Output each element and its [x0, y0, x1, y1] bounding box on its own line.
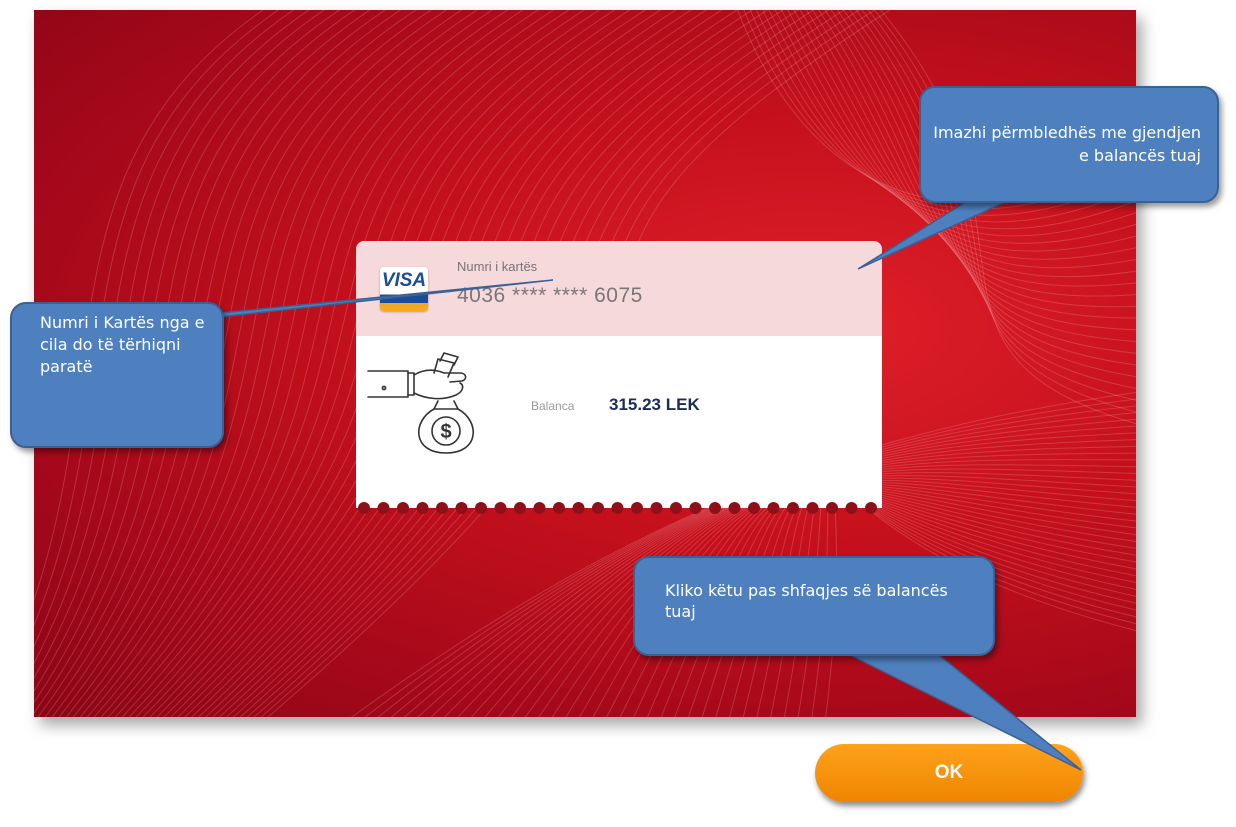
- receipt-edge-notch: [806, 502, 819, 514]
- receipt-edge-notch: [650, 502, 663, 514]
- receipt-edge-notch: [475, 502, 487, 514]
- visa-logo-text: VISA: [381, 270, 427, 291]
- receipt-edge-notch: [377, 502, 390, 514]
- ok-button[interactable]: OK: [815, 744, 1083, 802]
- callout-ok-hint: Kliko këtu pas shfaqjes së balancës tuaj: [633, 556, 995, 656]
- receipt-edge-notch: [436, 502, 448, 514]
- receipt-edge-notch: [358, 502, 370, 514]
- receipt-edge-notch: [397, 502, 409, 514]
- receipt-edge-notch: [592, 502, 604, 514]
- receipt-edge-notch: [728, 502, 741, 514]
- money-bag-hand-icon: $: [367, 352, 474, 454]
- card-number-label: Numri i kartës: [457, 259, 538, 274]
- receipt-edge-notch: [416, 502, 429, 514]
- balance-label: Balanca: [531, 399, 575, 413]
- balance-receipt: VISA Numri i kartës 4036 **** **** 6075 …: [356, 241, 882, 516]
- receipt-edge-notch: [611, 502, 624, 514]
- receipt-edge-notch: [572, 502, 585, 514]
- receipt-edge-notch: [689, 502, 702, 514]
- receipt-edge-notch: [709, 502, 721, 514]
- card-number: 4036 **** **** 6075: [457, 284, 643, 307]
- receipt-scalloped-edge: [356, 499, 882, 514]
- receipt-edge-notch: [553, 502, 565, 514]
- receipt-edge-notch: [494, 502, 507, 514]
- receipt-edge-notch: [826, 502, 838, 514]
- balance-value: 315.23 LEK: [609, 395, 700, 414]
- receipt-edge-notch: [748, 502, 760, 514]
- receipt-edge-notch: [631, 502, 643, 514]
- callout-summary: Imazhi përmbledhës me gjendjen e balancë…: [919, 86, 1219, 203]
- receipt-edge-notch: [455, 502, 468, 514]
- receipt-edge-notch: [514, 502, 526, 514]
- receipt-edge-notch: [670, 502, 682, 514]
- receipt-edge-notch: [845, 502, 858, 514]
- receipt-edge-notch: [767, 502, 780, 514]
- visa-card-icon: VISA: [380, 267, 428, 311]
- svg-text:$: $: [440, 421, 451, 443]
- callout-card-number: Numri i Kartës nga e cila do të tërhiqni…: [10, 302, 224, 448]
- receipt-edge-notch: [865, 502, 877, 514]
- receipt-edge-notch: [787, 502, 799, 514]
- receipt-header: VISA Numri i kartës 4036 **** **** 6075: [356, 241, 882, 336]
- receipt-edge-notch: [533, 502, 546, 514]
